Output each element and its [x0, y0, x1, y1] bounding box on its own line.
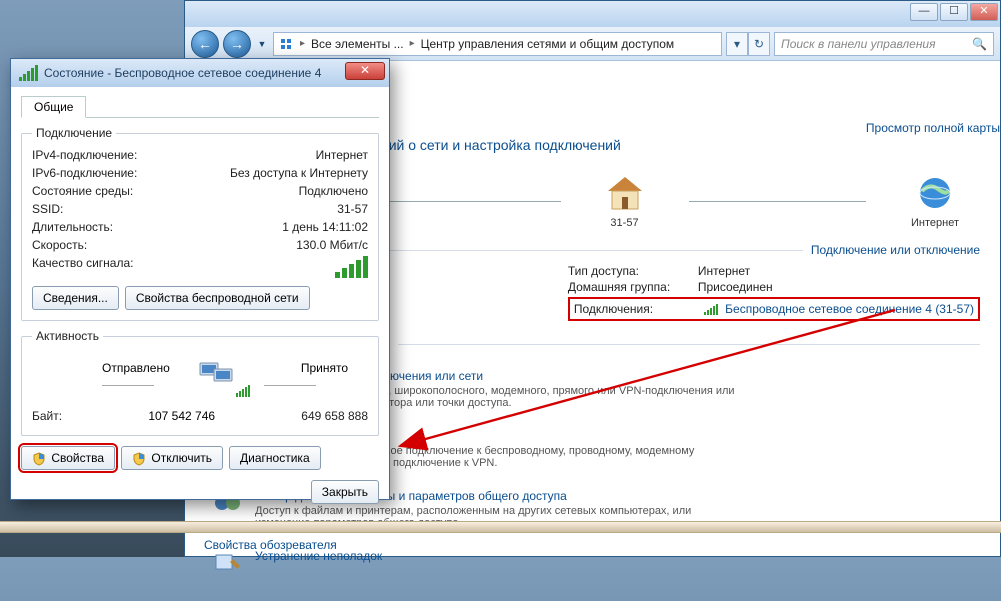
duration-value: 1 день 14:11:02 — [282, 220, 368, 234]
bytes-label: Байт: — [32, 409, 62, 423]
dialog-titlebar: Состояние - Беспроводное сетевое соедине… — [11, 59, 389, 87]
disable-button-label: Отключить — [151, 451, 212, 465]
browser-properties-link[interactable]: Свойства обозревателя — [204, 538, 337, 552]
close-button[interactable]: Закрыть — [311, 480, 379, 504]
ssid-label: SSID: — [32, 202, 63, 216]
ipv4-label: IPv4-подключение: — [32, 148, 137, 162]
signal-quality-label: Качество сигнала: — [32, 256, 133, 278]
search-placeholder: Поиск в панели управления — [781, 37, 936, 51]
shield-icon — [32, 452, 46, 466]
ipv4-value: Интернет — [316, 148, 368, 162]
tab-general[interactable]: Общие — [21, 96, 86, 118]
activity-legend: Активность — [32, 329, 103, 343]
view-full-map-link[interactable]: Просмотр полной карты — [866, 121, 1000, 135]
dialog-close-button[interactable]: ✕ — [345, 62, 385, 80]
breadcrumb-item[interactable]: Все элементы ... — [311, 37, 404, 51]
map-segment — [383, 201, 561, 202]
window-titlebar: — ☐ ✕ — [185, 1, 1000, 27]
media-state-value: Подключено — [299, 184, 368, 198]
connection-legend: Подключение — [32, 126, 116, 140]
connection-fieldset: Подключение IPv4-подключение: Интернет IP… — [21, 126, 379, 321]
access-type-value: Интернет — [698, 264, 750, 278]
breadcrumb-dropdown-button[interactable]: ▾ — [726, 32, 748, 56]
signal-bars-icon — [335, 256, 368, 278]
ipv6-value: Без доступа к Интернету — [230, 166, 368, 180]
wireless-properties-button[interactable]: Свойства беспроводной сети — [125, 286, 310, 310]
properties-button-label: Свойства — [51, 451, 104, 465]
signal-bars-icon — [19, 65, 38, 81]
properties-button[interactable]: Свойства — [21, 446, 115, 470]
connection-link[interactable]: Беспроводное сетевое соединение 4 (31-57… — [725, 302, 974, 316]
troubleshoot-icon — [213, 549, 243, 577]
homegroup-label: Домашняя группа: — [568, 280, 688, 294]
globe-icon — [912, 173, 958, 213]
media-state-label: Состояние среды: — [32, 184, 133, 198]
activity-fieldset: Активность Отправлено Принято Байт: — [21, 329, 379, 436]
nav-forward-button[interactable]: → — [223, 30, 251, 58]
speed-label: Скорость: — [32, 238, 87, 252]
node-internet: Интернет — [890, 173, 980, 229]
sent-label: Отправлено — [102, 361, 170, 375]
desktop-background — [0, 521, 1001, 533]
connections-label: Подключения: — [574, 302, 694, 316]
shield-icon — [132, 452, 146, 466]
disable-button[interactable]: Отключить — [121, 446, 223, 470]
chevron-right-icon: ▸ — [296, 38, 309, 49]
received-label: Принято — [301, 361, 348, 375]
dialog-title: Состояние - Беспроводное сетевое соедине… — [44, 66, 321, 80]
bytes-sent-value: 107 542 746 — [62, 409, 301, 423]
nav-history-dropdown[interactable]: ▼ — [255, 32, 269, 56]
connection-status-dialog: Состояние - Беспроводное сетевое соедине… — [10, 58, 390, 500]
network-center-icon — [278, 36, 294, 52]
signal-bars-icon — [704, 304, 718, 315]
breadcrumb[interactable]: ▸ Все элементы ... ▸ Центр управления се… — [273, 32, 722, 56]
chevron-right-icon: ▸ — [406, 38, 419, 49]
window-close-button[interactable]: ✕ — [970, 3, 998, 21]
window-minimize-button[interactable]: — — [910, 3, 938, 21]
speed-value: 130.0 Мбит/с — [296, 238, 368, 252]
ipv6-label: IPv6-подключение: — [32, 166, 137, 180]
node-label: 31-57 — [585, 217, 665, 229]
node-label: Интернет — [890, 217, 980, 229]
nav-back-button[interactable]: ← — [191, 30, 219, 58]
connect-disconnect-link[interactable]: Подключение или отключение — [811, 243, 980, 257]
network-details: Тип доступа: Интернет Домашняя группа: П… — [568, 263, 980, 321]
ssid-value: 31-57 — [337, 202, 368, 216]
search-input[interactable]: Поиск в панели управления 🔍 — [774, 32, 994, 56]
window-maximize-button[interactable]: ☐ — [940, 3, 968, 21]
map-segment — [689, 201, 867, 202]
diagnostics-button[interactable]: Диагностика — [229, 446, 321, 470]
homegroup-link[interactable]: Присоединен — [698, 280, 773, 294]
search-icon: 🔍 — [972, 37, 987, 51]
access-type-label: Тип доступа: — [568, 264, 688, 278]
refresh-button[interactable]: ↻ — [748, 32, 770, 56]
node-router: 31-57 — [585, 173, 665, 229]
tabstrip: Общие — [21, 95, 379, 118]
duration-label: Длительность: — [32, 220, 113, 234]
details-button[interactable]: Сведения... — [32, 286, 119, 310]
house-icon — [602, 173, 648, 213]
address-bar: ← → ▼ ▸ Все элементы ... ▸ Центр управле… — [185, 27, 1000, 61]
breadcrumb-item[interactable]: Центр управления сетями и общим доступом — [421, 37, 675, 51]
bytes-received-value: 649 658 888 — [301, 409, 368, 423]
signal-bars-icon — [236, 385, 250, 397]
computers-icon — [196, 357, 236, 391]
connections-highlight: Подключения: Беспроводное сетевое соедин… — [568, 297, 980, 321]
